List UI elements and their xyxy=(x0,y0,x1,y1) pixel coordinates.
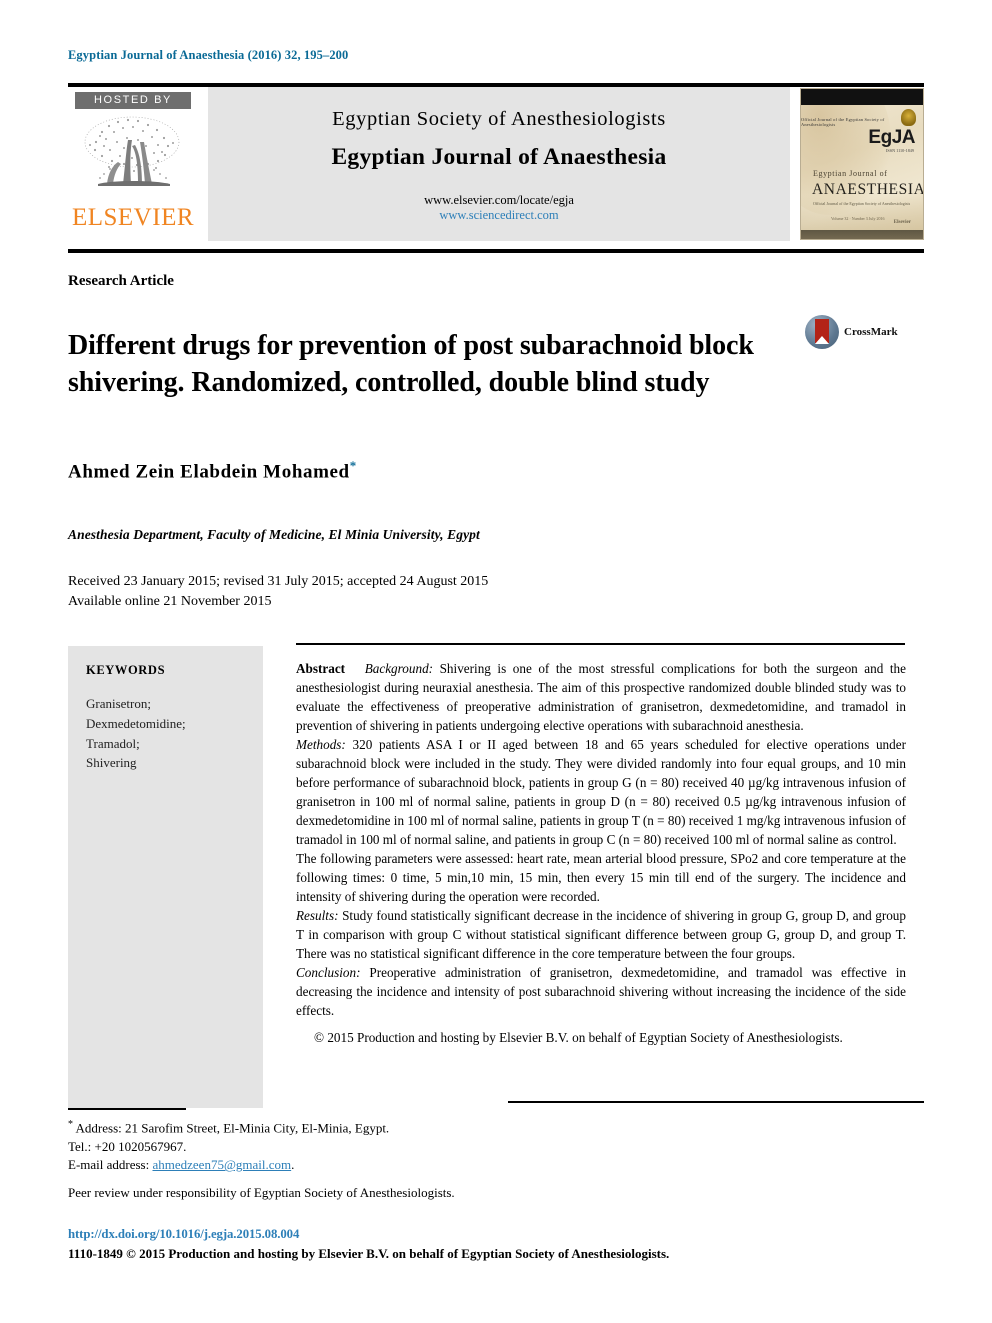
abstract-body: Abstract Background: Shivering is one of… xyxy=(296,659,906,1047)
author-footnote-marker[interactable]: * xyxy=(350,458,357,473)
corresponding-address: * Address: 21 Sarofim Street, El-Minia C… xyxy=(68,1118,498,1138)
crossmark-icon xyxy=(805,315,839,349)
crossmark-label: CrossMark xyxy=(844,326,898,338)
received-line: Received 23 January 2015; revised 31 Jul… xyxy=(68,574,489,589)
abstract-results-paragraph: Results: Study found statistically signi… xyxy=(296,906,906,963)
journal-title-panel: Egyptian Society of Anesthesiologists Eg… xyxy=(208,87,790,241)
crossmark-ribbon-shape xyxy=(815,319,829,344)
address-text: Address: 21 Sarofim Street, El-Minia Cit… xyxy=(73,1120,390,1136)
keywords-list: Granisetron; Dexmedetomidine; Tramadol; … xyxy=(86,696,186,771)
cover-top-band xyxy=(801,89,923,105)
email-line: E-mail address: ahmedzeen75@gmail.com. xyxy=(68,1156,498,1174)
telephone-line: Tel.: +20 1020567967. xyxy=(68,1138,187,1154)
abstract-conclusion-paragraph: Conclusion: Preoperative administration … xyxy=(296,963,906,1020)
peer-review-note: Peer review under responsibility of Egyp… xyxy=(68,1184,455,1200)
keywords-box: KEYWORDS Granisetron; Dexmedetomidine; T… xyxy=(68,646,263,1108)
journal-cover-thumbnail: Official Journal of the Egyptian Society… xyxy=(800,88,924,240)
available-online-line: Available online 21 November 2015 xyxy=(68,594,272,610)
cover-logo-sub2: ISSN 1110-1849 xyxy=(886,148,914,153)
elsevier-logo-block: HOSTED BY ELSEVIER xyxy=(68,87,198,241)
email-link[interactable]: ahmedzeen75@gmail.com xyxy=(152,1157,291,1172)
footnote-separator-rule xyxy=(68,1108,186,1110)
cover-line2: ANAESTHESIA xyxy=(812,181,924,198)
email-suffix: . xyxy=(291,1157,295,1173)
elsevier-wordmark: ELSEVIER xyxy=(71,204,195,231)
article-dates: Received 23 January 2015; revised 31 Jul… xyxy=(68,572,488,613)
abstract-top-rule xyxy=(296,643,905,645)
email-label: E-mail address: xyxy=(68,1157,153,1173)
crossmark-badge[interactable]: CrossMark xyxy=(805,313,905,351)
journal-urls: www.elsevier.com/locate/egja www.science… xyxy=(424,193,574,223)
cover-tiny-text: Official Journal of the Egyptian Society… xyxy=(813,201,911,206)
cover-publisher: Elsevier xyxy=(893,220,911,225)
running-head: Egyptian Journal of Anaesthesia (2016) 3… xyxy=(68,48,349,62)
author-name: Ahmed Zein Elabdein Mohamed* xyxy=(68,458,357,483)
abstract-bottom-rule xyxy=(508,1101,924,1103)
journal-masthead: HOSTED BY ELSEVIER Egyptian Society of A… xyxy=(68,83,924,253)
journal-name: Egyptian Journal of Anaesthesia xyxy=(331,143,667,170)
doi-link[interactable]: http://dx.doi.org/10.1016/j.egja.2015.08… xyxy=(68,1227,299,1242)
keywords-heading: KEYWORDS xyxy=(86,663,166,677)
cover-volume-text: Volume 32 · Number 3 July 2016 xyxy=(831,216,885,221)
abstract-methods-paragraph: Methods: 320 patients ASA I or II aged b… xyxy=(296,735,906,849)
elsevier-tree-icon xyxy=(74,112,192,204)
methods-text: 320 patients ASA I or II aged between 18… xyxy=(296,737,906,847)
abstract-background-paragraph: Abstract Background: Shivering is one of… xyxy=(296,659,906,735)
results-text: Study found statistically significant de… xyxy=(296,908,906,961)
cover-bottom-band xyxy=(801,230,923,239)
cover-logo-sub: Official Journal of the Egyptian Society… xyxy=(801,117,885,127)
methods-label: Methods: xyxy=(296,737,346,752)
sciencedirect-url[interactable]: www.sciencedirect.com xyxy=(424,208,574,223)
author-label: Ahmed Zein Elabdein Mohamed xyxy=(68,461,350,483)
issn-copyright-line: 1110-1849 © 2015 Production and hosting … xyxy=(68,1246,670,1261)
cover-line1: Egyptian Journal of xyxy=(813,169,888,178)
locate-url[interactable]: www.elsevier.com/locate/egja xyxy=(424,193,574,208)
footnotes-block: * Address: 21 Sarofim Street, El-Minia C… xyxy=(68,1118,498,1202)
results-label: Results: xyxy=(296,908,339,923)
conclusion-label: Conclusion: xyxy=(296,965,361,980)
page-title: Different drugs for prevention of post s… xyxy=(68,329,754,398)
abstract-copyright: © 2015 Production and hosting by Elsevie… xyxy=(314,1030,843,1045)
background-label: Background: xyxy=(364,661,434,676)
cover-egja-logo: EgJA xyxy=(868,127,915,148)
abstract-label: Abstract xyxy=(296,661,346,676)
conclusion-text: Preoperative administration of granisetr… xyxy=(296,965,906,1018)
society-name: Egyptian Society of Anesthesiologists xyxy=(332,107,666,130)
affiliation: Anesthesia Department, Faculty of Medici… xyxy=(68,527,480,542)
abstract-parameters-paragraph: The following parameters were assessed: … xyxy=(296,851,906,904)
hosted-by-badge: HOSTED BY xyxy=(75,92,191,109)
article-type: Research Article xyxy=(68,273,174,289)
